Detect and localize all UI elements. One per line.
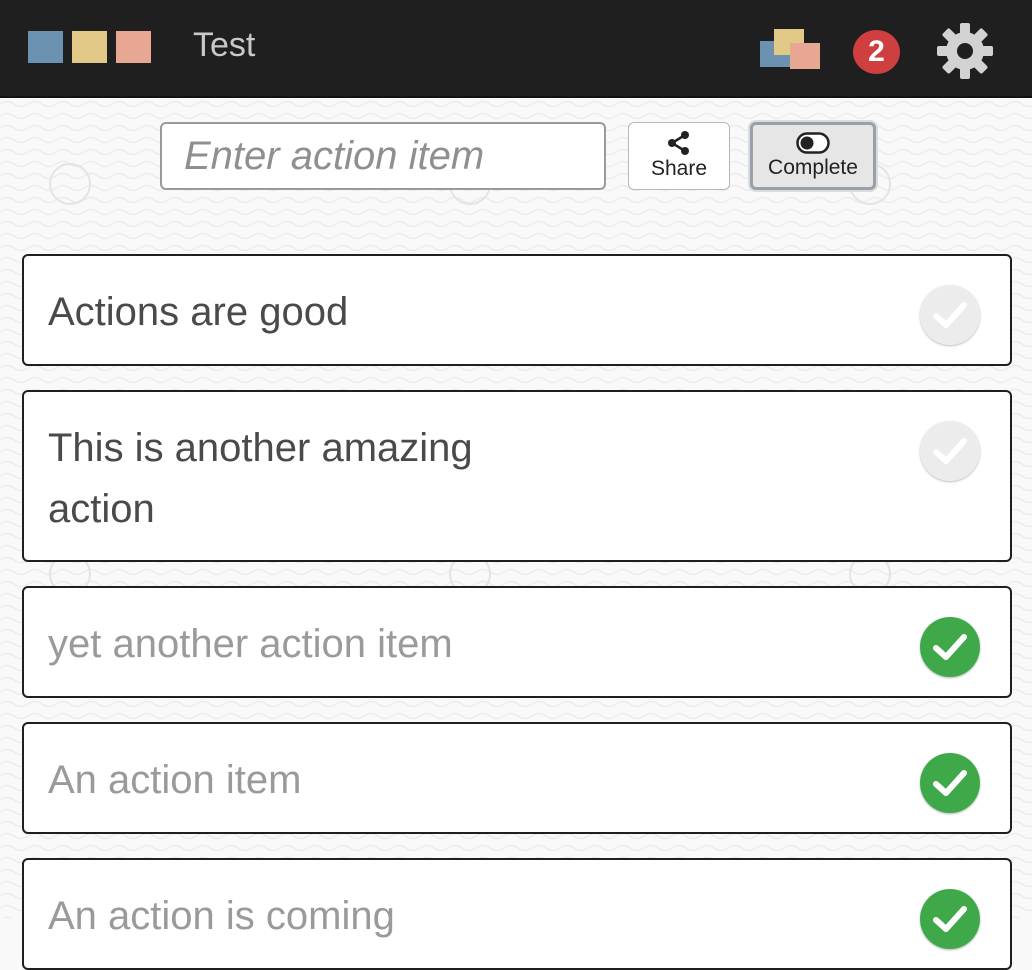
action-item-input[interactable] — [160, 122, 606, 190]
action-item-text[interactable]: This is another amazing action — [48, 418, 528, 540]
share-button[interactable]: Share — [628, 122, 730, 190]
action-item: An action is coming — [22, 858, 1012, 970]
action-item-text[interactable]: Actions are good — [48, 282, 528, 343]
logo-square-pink — [116, 31, 151, 63]
check-icon — [933, 302, 967, 328]
complete-checkbox[interactable] — [920, 753, 980, 813]
complete-checkbox[interactable] — [920, 421, 980, 481]
check-icon — [933, 634, 967, 660]
board-title[interactable]: Test — [193, 26, 255, 65]
logo-square-blue — [28, 31, 63, 63]
action-item: yet another action item — [22, 586, 1012, 698]
complete-checkbox[interactable] — [920, 617, 980, 677]
notification-badge[interactable]: 2 — [853, 30, 900, 74]
boards-icon[interactable] — [758, 27, 822, 71]
complete-checkbox[interactable] — [920, 285, 980, 345]
complete-toggle-button[interactable]: Complete — [750, 122, 876, 190]
check-icon — [933, 906, 967, 932]
action-item-text[interactable]: An action is coming — [48, 886, 528, 947]
action-item: This is another amazing action — [22, 390, 1012, 562]
share-icon — [668, 131, 689, 155]
check-icon — [933, 438, 967, 464]
action-item: An action item — [22, 722, 1012, 834]
action-item-text[interactable]: An action item — [48, 750, 528, 811]
complete-checkbox[interactable] — [920, 889, 980, 949]
top-bar: Test 2 — [0, 0, 1032, 98]
gear-icon[interactable] — [936, 22, 994, 80]
check-icon — [933, 770, 967, 796]
action-item-text[interactable]: yet another action item — [48, 614, 528, 675]
complete-label: Complete — [768, 156, 858, 179]
action-item: Actions are good — [22, 254, 1012, 366]
share-label: Share — [650, 157, 708, 180]
logo-square-yellow — [72, 31, 107, 63]
toggle-icon — [796, 132, 830, 154]
